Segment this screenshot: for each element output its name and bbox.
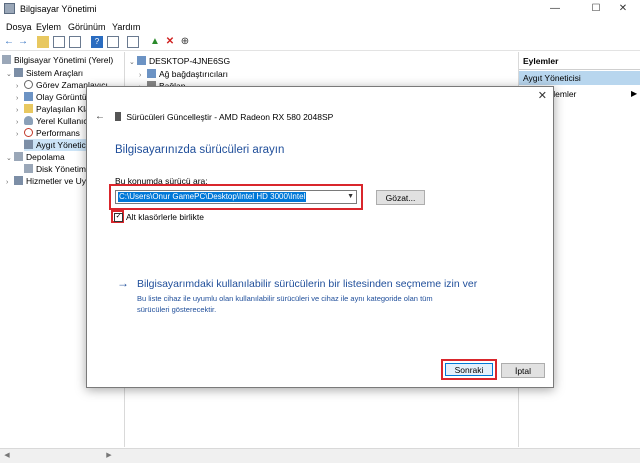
- tree-event-viewer[interactable]: › Olay Görüntü: [16, 91, 87, 103]
- menu-dosya[interactable]: Dosya: [6, 22, 32, 32]
- users-icon: [24, 116, 33, 125]
- app-icon: [4, 3, 15, 14]
- clock-icon: [24, 80, 33, 89]
- menu-bar: Dosya Eylem Görünüm Yardım: [0, 19, 640, 34]
- include-subfolders-label[interactable]: Alt klasörlerle birlikte: [126, 212, 204, 222]
- collapse-icon[interactable]: ⌄: [129, 57, 137, 69]
- tree-shared-folders[interactable]: › Paylaşılan Kla: [16, 103, 90, 115]
- actions-selected-item[interactable]: Aygıt Yöneticisi: [519, 71, 640, 85]
- collapse-icon[interactable]: ⌄: [6, 153, 14, 165]
- list-view-icon[interactable]: [69, 36, 81, 48]
- tree-local-users[interactable]: › Yerel Kullanıcı: [16, 115, 90, 127]
- pick-from-list-link[interactable]: Bilgisayarımdaki kullanılabilir sürücüle…: [137, 278, 477, 290]
- disk-icon: [24, 164, 33, 173]
- tree-services[interactable]: › Hizmetler ve Uyg: [6, 175, 91, 187]
- network-adapter-icon: [147, 69, 156, 78]
- menu-gorunum[interactable]: Görünüm: [68, 22, 106, 32]
- dialog-heading: Bilgisayarınızda sürücüleri arayın: [115, 144, 285, 156]
- update-driver-dialog: ✕ ← Sürücüleri Güncelleştir - AMD Radeon…: [86, 86, 554, 388]
- expand-icon[interactable]: ›: [16, 129, 24, 141]
- path-highlight-box: C:\Users\Onur GamePC\Desktop\Intel HD 30…: [109, 184, 363, 210]
- next-highlight-box: Sonraki: [441, 359, 497, 380]
- graphics-card-icon: [115, 112, 121, 121]
- tree-root[interactable]: Bilgisayar Yönetimi (Yerel): [2, 54, 113, 66]
- tree-disk-management[interactable]: Disk Yönetimi: [24, 163, 88, 175]
- close-icon[interactable]: ✕: [538, 89, 547, 102]
- horizontal-scrollbar[interactable]: ◀ ▶: [0, 448, 640, 463]
- computer-icon: [137, 56, 146, 65]
- title-bar: Bilgisayar Yönetimi — ☐ ✕: [0, 0, 640, 18]
- cancel-button[interactable]: İptal: [501, 363, 545, 378]
- services-icon: [14, 176, 23, 185]
- actions-header: Eylemler: [519, 56, 640, 70]
- tree-storage[interactable]: ⌄ Depolama: [6, 151, 65, 163]
- path-input-value[interactable]: C:\Users\Onur GamePC\Desktop\Intel HD 30…: [118, 192, 307, 202]
- close-icon[interactable]: ✕: [606, 0, 640, 18]
- tree-performance[interactable]: › Performans: [16, 127, 80, 139]
- forward-arrow-icon[interactable]: →: [17, 36, 29, 48]
- scroll-right-icon[interactable]: ▶: [104, 450, 114, 461]
- back-arrow-icon[interactable]: ←: [95, 111, 105, 122]
- update-driver-icon[interactable]: ▲: [149, 36, 161, 48]
- triangle-right-icon[interactable]: ▶: [631, 89, 637, 98]
- back-arrow-icon[interactable]: ←: [3, 36, 15, 48]
- checkbox-highlight-box: ✓: [111, 210, 124, 223]
- properties-icon[interactable]: [107, 36, 119, 48]
- help-icon[interactable]: ?: [91, 36, 103, 48]
- tree-device-manager[interactable]: Aygıt Yönetici: [24, 139, 88, 151]
- expand-icon[interactable]: ›: [6, 177, 14, 189]
- tree-system-tools[interactable]: ⌄ Sistem Araçları: [6, 67, 83, 79]
- collapse-icon[interactable]: ⌄: [6, 69, 14, 81]
- event-viewer-icon: [24, 92, 33, 101]
- menu-eylem[interactable]: Eylem: [36, 22, 61, 32]
- console-tree-icon[interactable]: [53, 36, 65, 48]
- device-network-adapters[interactable]: › Ağ bağdaştırıcıları: [139, 68, 228, 80]
- performance-icon: [24, 128, 33, 137]
- chevron-down-icon[interactable]: ▼: [347, 191, 354, 203]
- include-subfolders-checkbox[interactable]: ✓: [114, 213, 123, 222]
- window-title: Bilgisayar Yönetimi: [20, 4, 97, 14]
- dialog-header: Sürücüleri Güncelleştir - AMD Radeon RX …: [115, 112, 333, 122]
- pick-from-list-description: Bu liste cihaz ile uyumlu olan kullanıla…: [137, 294, 433, 314]
- monitor-icon[interactable]: [127, 36, 139, 48]
- scroll-left-icon[interactable]: ◀: [2, 450, 12, 461]
- arrow-right-icon[interactable]: →: [117, 276, 129, 290]
- browse-button[interactable]: Gözat...: [376, 190, 425, 205]
- download-icon[interactable]: ⊕: [179, 36, 191, 48]
- next-button[interactable]: Sonraki: [445, 363, 493, 376]
- device-root[interactable]: ⌄ DESKTOP-4JNE6SG: [129, 55, 230, 67]
- toolbar: ← → ? ▲ ✕ ⊕: [0, 34, 640, 51]
- tools-icon: [14, 68, 23, 77]
- device-manager-icon: [24, 140, 33, 149]
- uninstall-icon[interactable]: ✕: [164, 36, 176, 48]
- path-combobox[interactable]: C:\Users\Onur GamePC\Desktop\Intel HD 30…: [115, 190, 357, 204]
- computer-management-icon: [2, 55, 11, 64]
- minimize-icon[interactable]: —: [538, 0, 572, 18]
- folder-up-icon[interactable]: [37, 36, 49, 48]
- storage-icon: [14, 152, 23, 161]
- menu-yardim[interactable]: Yardım: [112, 22, 140, 32]
- shared-folder-icon: [24, 104, 33, 113]
